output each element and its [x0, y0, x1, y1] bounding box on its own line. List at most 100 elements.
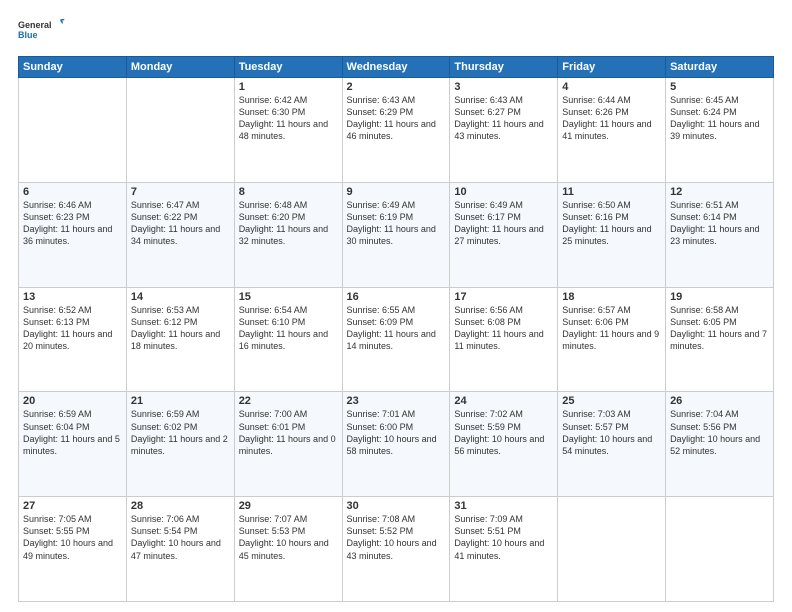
- calendar-cell: 5Sunrise: 6:45 AM Sunset: 6:24 PM Daylig…: [666, 78, 774, 183]
- calendar-table: SundayMondayTuesdayWednesdayThursdayFrid…: [18, 56, 774, 602]
- calendar-cell: 21Sunrise: 6:59 AM Sunset: 6:02 PM Dayli…: [126, 392, 234, 497]
- calendar-cell: 26Sunrise: 7:04 AM Sunset: 5:56 PM Dayli…: [666, 392, 774, 497]
- calendar-week-5: 27Sunrise: 7:05 AM Sunset: 5:55 PM Dayli…: [19, 497, 774, 602]
- day-number: 24: [454, 395, 553, 407]
- logo: General Blue: [18, 14, 66, 46]
- day-number: 30: [347, 500, 446, 512]
- calendar-cell: 27Sunrise: 7:05 AM Sunset: 5:55 PM Dayli…: [19, 497, 127, 602]
- day-info: Sunrise: 6:59 AM Sunset: 6:02 PM Dayligh…: [131, 408, 230, 457]
- calendar-cell: 3Sunrise: 6:43 AM Sunset: 6:27 PM Daylig…: [450, 78, 558, 183]
- day-info: Sunrise: 7:05 AM Sunset: 5:55 PM Dayligh…: [23, 513, 122, 562]
- day-number: 11: [562, 186, 661, 198]
- day-number: 3: [454, 81, 553, 93]
- calendar-cell: 15Sunrise: 6:54 AM Sunset: 6:10 PM Dayli…: [234, 287, 342, 392]
- day-number: 16: [347, 291, 446, 303]
- calendar-week-1: 1Sunrise: 6:42 AM Sunset: 6:30 PM Daylig…: [19, 78, 774, 183]
- day-number: 8: [239, 186, 338, 198]
- day-number: 12: [670, 186, 769, 198]
- day-info: Sunrise: 6:52 AM Sunset: 6:13 PM Dayligh…: [23, 304, 122, 353]
- svg-text:Blue: Blue: [18, 30, 38, 40]
- calendar-cell: 22Sunrise: 7:00 AM Sunset: 6:01 PM Dayli…: [234, 392, 342, 497]
- day-info: Sunrise: 6:56 AM Sunset: 6:08 PM Dayligh…: [454, 304, 553, 353]
- day-number: 26: [670, 395, 769, 407]
- calendar-cell: [19, 78, 127, 183]
- day-number: 19: [670, 291, 769, 303]
- calendar-cell: [666, 497, 774, 602]
- calendar-cell: 16Sunrise: 6:55 AM Sunset: 6:09 PM Dayli…: [342, 287, 450, 392]
- day-info: Sunrise: 7:09 AM Sunset: 5:51 PM Dayligh…: [454, 513, 553, 562]
- calendar-cell: 25Sunrise: 7:03 AM Sunset: 5:57 PM Dayli…: [558, 392, 666, 497]
- calendar-cell: 8Sunrise: 6:48 AM Sunset: 6:20 PM Daylig…: [234, 182, 342, 287]
- weekday-header-saturday: Saturday: [666, 57, 774, 78]
- calendar-cell: 20Sunrise: 6:59 AM Sunset: 6:04 PM Dayli…: [19, 392, 127, 497]
- svg-text:General: General: [18, 20, 52, 30]
- day-number: 13: [23, 291, 122, 303]
- day-number: 7: [131, 186, 230, 198]
- calendar-cell: 17Sunrise: 6:56 AM Sunset: 6:08 PM Dayli…: [450, 287, 558, 392]
- day-number: 28: [131, 500, 230, 512]
- header: General Blue: [18, 14, 774, 46]
- day-info: Sunrise: 7:00 AM Sunset: 6:01 PM Dayligh…: [239, 408, 338, 457]
- day-number: 23: [347, 395, 446, 407]
- day-info: Sunrise: 7:03 AM Sunset: 5:57 PM Dayligh…: [562, 408, 661, 457]
- day-info: Sunrise: 6:55 AM Sunset: 6:09 PM Dayligh…: [347, 304, 446, 353]
- day-number: 22: [239, 395, 338, 407]
- day-info: Sunrise: 6:48 AM Sunset: 6:20 PM Dayligh…: [239, 199, 338, 248]
- day-info: Sunrise: 6:43 AM Sunset: 6:27 PM Dayligh…: [454, 94, 553, 143]
- weekday-header-tuesday: Tuesday: [234, 57, 342, 78]
- day-number: 20: [23, 395, 122, 407]
- day-info: Sunrise: 6:46 AM Sunset: 6:23 PM Dayligh…: [23, 199, 122, 248]
- logo-icon: General Blue: [18, 14, 66, 46]
- day-info: Sunrise: 6:54 AM Sunset: 6:10 PM Dayligh…: [239, 304, 338, 353]
- day-info: Sunrise: 6:51 AM Sunset: 6:14 PM Dayligh…: [670, 199, 769, 248]
- calendar-cell: 13Sunrise: 6:52 AM Sunset: 6:13 PM Dayli…: [19, 287, 127, 392]
- day-number: 10: [454, 186, 553, 198]
- day-number: 14: [131, 291, 230, 303]
- day-number: 5: [670, 81, 769, 93]
- day-number: 2: [347, 81, 446, 93]
- calendar-week-2: 6Sunrise: 6:46 AM Sunset: 6:23 PM Daylig…: [19, 182, 774, 287]
- day-number: 9: [347, 186, 446, 198]
- calendar-cell: 4Sunrise: 6:44 AM Sunset: 6:26 PM Daylig…: [558, 78, 666, 183]
- calendar-cell: 2Sunrise: 6:43 AM Sunset: 6:29 PM Daylig…: [342, 78, 450, 183]
- day-info: Sunrise: 7:06 AM Sunset: 5:54 PM Dayligh…: [131, 513, 230, 562]
- day-number: 25: [562, 395, 661, 407]
- calendar-cell: 29Sunrise: 7:07 AM Sunset: 5:53 PM Dayli…: [234, 497, 342, 602]
- day-info: Sunrise: 7:01 AM Sunset: 6:00 PM Dayligh…: [347, 408, 446, 457]
- calendar-cell: 31Sunrise: 7:09 AM Sunset: 5:51 PM Dayli…: [450, 497, 558, 602]
- weekday-header-friday: Friday: [558, 57, 666, 78]
- calendar-cell: 24Sunrise: 7:02 AM Sunset: 5:59 PM Dayli…: [450, 392, 558, 497]
- calendar-cell: 1Sunrise: 6:42 AM Sunset: 6:30 PM Daylig…: [234, 78, 342, 183]
- day-info: Sunrise: 6:45 AM Sunset: 6:24 PM Dayligh…: [670, 94, 769, 143]
- day-info: Sunrise: 6:47 AM Sunset: 6:22 PM Dayligh…: [131, 199, 230, 248]
- day-info: Sunrise: 6:53 AM Sunset: 6:12 PM Dayligh…: [131, 304, 230, 353]
- day-number: 31: [454, 500, 553, 512]
- calendar-cell: [558, 497, 666, 602]
- calendar-cell: 12Sunrise: 6:51 AM Sunset: 6:14 PM Dayli…: [666, 182, 774, 287]
- weekday-header-wednesday: Wednesday: [342, 57, 450, 78]
- weekday-header-thursday: Thursday: [450, 57, 558, 78]
- calendar-week-4: 20Sunrise: 6:59 AM Sunset: 6:04 PM Dayli…: [19, 392, 774, 497]
- day-info: Sunrise: 6:44 AM Sunset: 6:26 PM Dayligh…: [562, 94, 661, 143]
- day-info: Sunrise: 6:59 AM Sunset: 6:04 PM Dayligh…: [23, 408, 122, 457]
- day-number: 17: [454, 291, 553, 303]
- calendar-cell: 7Sunrise: 6:47 AM Sunset: 6:22 PM Daylig…: [126, 182, 234, 287]
- day-info: Sunrise: 6:43 AM Sunset: 6:29 PM Dayligh…: [347, 94, 446, 143]
- calendar-cell: 28Sunrise: 7:06 AM Sunset: 5:54 PM Dayli…: [126, 497, 234, 602]
- day-info: Sunrise: 7:02 AM Sunset: 5:59 PM Dayligh…: [454, 408, 553, 457]
- day-number: 1: [239, 81, 338, 93]
- calendar-cell: 23Sunrise: 7:01 AM Sunset: 6:00 PM Dayli…: [342, 392, 450, 497]
- calendar-cell: 11Sunrise: 6:50 AM Sunset: 6:16 PM Dayli…: [558, 182, 666, 287]
- day-number: 27: [23, 500, 122, 512]
- calendar-cell: 14Sunrise: 6:53 AM Sunset: 6:12 PM Dayli…: [126, 287, 234, 392]
- day-info: Sunrise: 7:07 AM Sunset: 5:53 PM Dayligh…: [239, 513, 338, 562]
- day-number: 18: [562, 291, 661, 303]
- day-number: 6: [23, 186, 122, 198]
- day-number: 29: [239, 500, 338, 512]
- day-info: Sunrise: 6:58 AM Sunset: 6:05 PM Dayligh…: [670, 304, 769, 353]
- day-info: Sunrise: 6:50 AM Sunset: 6:16 PM Dayligh…: [562, 199, 661, 248]
- weekday-header-sunday: Sunday: [19, 57, 127, 78]
- day-info: Sunrise: 7:08 AM Sunset: 5:52 PM Dayligh…: [347, 513, 446, 562]
- day-info: Sunrise: 6:57 AM Sunset: 6:06 PM Dayligh…: [562, 304, 661, 353]
- day-info: Sunrise: 6:49 AM Sunset: 6:17 PM Dayligh…: [454, 199, 553, 248]
